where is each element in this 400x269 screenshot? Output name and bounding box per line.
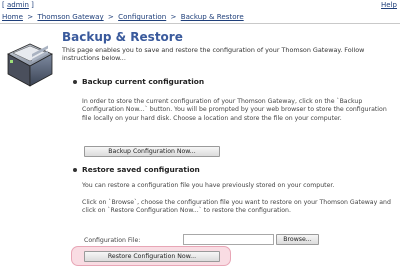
user-box-open: [: [2, 1, 5, 9]
page-root: [ admin ] Help Home > Thomson Gateway > …: [0, 0, 400, 269]
breadcrumb: Home > Thomson Gateway > Configuration >…: [0, 12, 400, 22]
user-box: [ admin ]: [2, 0, 34, 10]
admin-user-link[interactable]: admin: [7, 1, 29, 9]
breadcrumb-backup-restore[interactable]: Backup & Restore: [181, 12, 244, 21]
user-box-close: ]: [31, 1, 34, 9]
restore-bullet-icon: [73, 168, 77, 172]
breadcrumb-configuration[interactable]: Configuration: [118, 12, 166, 21]
backup-restore-icon: [7, 43, 53, 87]
restore-description: You can restore a configuration file you…: [82, 182, 335, 189]
breadcrumb-separator: >: [170, 12, 177, 21]
breadcrumb-separator: >: [27, 12, 34, 21]
configuration-file-input[interactable]: [183, 234, 274, 245]
restore-configuration-button[interactable]: Restore Configuration Now...: [84, 251, 220, 262]
backup-configuration-button[interactable]: Backup Configuration Now...: [84, 146, 220, 157]
breadcrumb-thomson-gateway[interactable]: Thomson Gateway: [37, 12, 103, 21]
configuration-file-label: Configuration File:: [84, 237, 141, 244]
header-divider: [0, 23, 400, 24]
page-title: Backup & Restore: [62, 30, 183, 44]
restore-section-title: Restore saved configuration: [82, 165, 200, 174]
breadcrumb-home[interactable]: Home: [2, 12, 23, 21]
help-link[interactable]: Help: [381, 0, 397, 10]
backup-description: In order to store the current configurat…: [82, 98, 387, 122]
backup-section-title: Backup current configuration: [82, 77, 205, 86]
browse-button[interactable]: Browse...: [276, 234, 319, 245]
breadcrumb-separator: >: [107, 12, 114, 21]
page-intro: This page enables you to save and restor…: [62, 46, 365, 63]
top-bar: [ admin ] Help: [0, 0, 400, 10]
backup-bullet-icon: [73, 80, 77, 84]
restore-instructions: Click on `Browse`, choose the configurat…: [82, 199, 391, 215]
